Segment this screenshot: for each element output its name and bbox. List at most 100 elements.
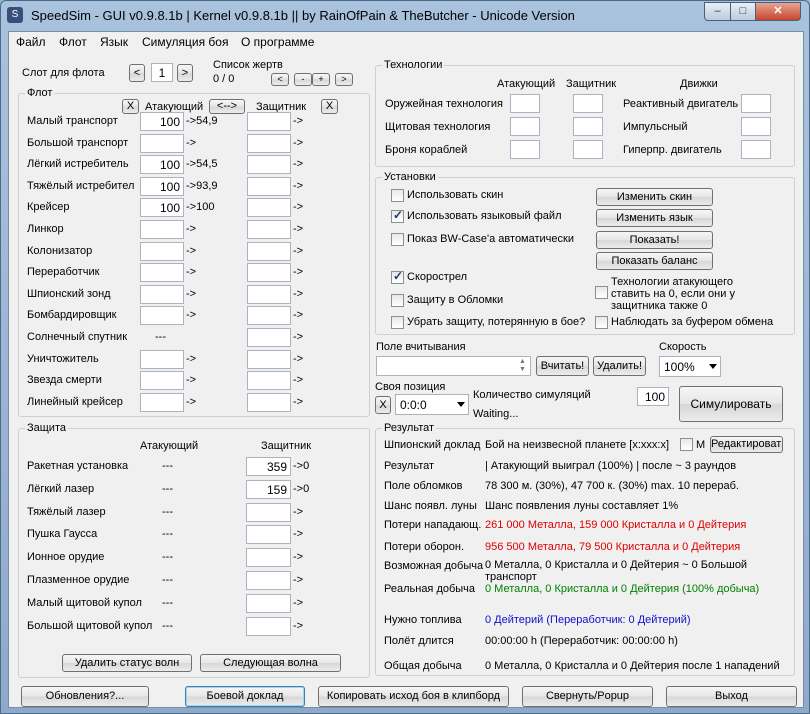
fleet-attacker-input[interactable] <box>140 220 184 239</box>
menu-fleet[interactable]: Флот <box>59 35 87 49</box>
fleet-defender-input[interactable] <box>247 349 291 369</box>
victim-add-button[interactable]: + <box>312 73 330 86</box>
minimize-button[interactable]: ‒ <box>704 2 731 21</box>
tech-attacker-input[interactable] <box>510 94 540 113</box>
engine-input[interactable] <box>741 117 771 136</box>
fleet-attacker-input[interactable]: 100 <box>140 155 184 175</box>
defense-defender-input[interactable] <box>246 525 291 545</box>
fuel-label: Нужно топлива <box>384 614 462 626</box>
fleet-defender-input[interactable] <box>247 306 291 326</box>
fleet-defender-input[interactable] <box>247 133 291 153</box>
simulate-button[interactable]: Симулировать <box>679 386 783 422</box>
readin-field[interactable] <box>376 356 531 376</box>
fleet-defender-loss: -> <box>293 395 304 408</box>
use-skin-checkbox[interactable] <box>391 189 404 202</box>
speed-select[interactable]: 100% <box>659 356 721 377</box>
tech-defender-input[interactable] <box>573 117 603 136</box>
victim-first-button[interactable]: < <box>271 73 289 86</box>
defender-loss-value: 956 500 Металла, 79 500 Кристалла и 0 Де… <box>485 541 741 553</box>
fleet-attacker-input[interactable] <box>140 371 184 391</box>
slot-next-button[interactable]: > <box>177 64 193 82</box>
slot-prev-button[interactable]: < <box>129 64 145 82</box>
title-bar[interactable]: S SpeedSim - GUI v0.9.8.1b | Kernel v0.9… <box>1 1 809 30</box>
clear-attacker-button[interactable]: X <box>122 99 139 114</box>
defense-debris-checkbox[interactable] <box>391 294 404 307</box>
m-checkbox[interactable] <box>680 438 693 451</box>
fleet-defender-input[interactable] <box>247 220 291 239</box>
defense-defender-input[interactable] <box>246 593 291 613</box>
own-position-select[interactable]: 0:0:0 <box>395 394 469 415</box>
tech-attacker-input[interactable] <box>510 140 540 159</box>
rapid-fire-checkbox[interactable] <box>391 269 404 284</box>
fleet-attacker-input[interactable] <box>140 306 184 326</box>
defense-defender-input[interactable]: 359 <box>246 457 291 476</box>
defense-defender-input[interactable] <box>246 571 291 590</box>
victim-next-button[interactable]: > <box>335 73 353 86</box>
show-button[interactable]: Показать! <box>596 231 713 249</box>
clear-defender-button[interactable]: X <box>321 99 338 114</box>
updates-button[interactable]: Обновления?... <box>21 686 149 707</box>
fleet-attacker-input[interactable] <box>140 241 184 261</box>
copy-result-button[interactable]: Копировать исход боя в клипборд <box>318 686 509 707</box>
change-skin-button[interactable]: Изменить скин <box>596 188 713 206</box>
fleet-defender-input[interactable] <box>247 198 291 218</box>
fleet-attacker-input[interactable] <box>140 263 184 283</box>
clear-position-button[interactable]: X <box>375 396 391 414</box>
menu-simulation[interactable]: Симуляция боя <box>142 35 228 49</box>
exit-button[interactable]: Выход <box>666 686 797 707</box>
defense-defender-input[interactable] <box>246 548 291 568</box>
fleet-defender-input[interactable] <box>247 241 291 261</box>
client-area: Файл Флот Язык Симуляция боя О программе… <box>8 31 804 708</box>
fleet-defender-input[interactable] <box>247 176 291 196</box>
fleet-defender-input[interactable] <box>247 263 291 283</box>
delete-wave-status-button[interactable]: Удалить статус волн <box>62 654 192 672</box>
show-balance-button[interactable]: Показать баланс <box>596 252 713 270</box>
delete-readin-button[interactable]: Удалить! <box>593 356 646 376</box>
close-button[interactable]: ✕ <box>755 2 801 21</box>
watch-clipboard-checkbox[interactable] <box>595 316 608 329</box>
victim-remove-button[interactable]: - <box>294 73 312 86</box>
read-in-button[interactable]: Вчитать! <box>536 356 589 376</box>
readin-spin-icon[interactable]: ▲ ▼ <box>519 358 526 374</box>
fleet-defender-input[interactable] <box>247 284 291 304</box>
swap-fleets-button[interactable]: <--> <box>209 99 245 114</box>
fleet-attacker-input[interactable] <box>140 133 184 153</box>
fleet-defender-input[interactable] <box>247 155 291 175</box>
popup-button[interactable]: Свернуть/Popup <box>522 686 653 707</box>
fleet-attacker-input[interactable]: 100 <box>140 176 184 196</box>
settings-group: Установки Использовать скин Использовать… <box>375 171 795 335</box>
menu-file[interactable]: Файл <box>16 35 46 49</box>
slot-input[interactable]: 1 <box>151 63 173 82</box>
sim-count-input[interactable]: 100 <box>637 387 669 406</box>
tech-defender-input[interactable] <box>573 140 603 159</box>
fleet-attacker-input[interactable] <box>140 284 184 304</box>
fleet-attacker-input[interactable] <box>140 392 184 412</box>
tech-attacker-input[interactable] <box>510 117 540 136</box>
fleet-attacker-input[interactable] <box>140 349 184 369</box>
defense-defender-input[interactable] <box>246 502 291 522</box>
tech-defender-input[interactable] <box>573 94 603 113</box>
defense-defender-input[interactable]: 159 <box>246 479 291 499</box>
defense-legend: Защита <box>25 422 68 434</box>
use-language-file-checkbox[interactable] <box>391 208 404 223</box>
fleet-defender-input[interactable] <box>247 392 291 412</box>
menu-language[interactable]: Язык <box>100 35 128 49</box>
maximize-button[interactable]: □ <box>730 2 756 21</box>
att-tech-zero-checkbox[interactable] <box>595 286 608 299</box>
next-wave-button[interactable]: Следующая волна <box>200 654 341 672</box>
menu-about[interactable]: О программе <box>241 35 314 49</box>
combat-report-button[interactable]: Боевой доклад <box>185 686 305 707</box>
show-bw-case-checkbox[interactable] <box>391 233 404 246</box>
defense-defender-input[interactable] <box>246 616 291 636</box>
edit-button[interactable]: Редактировать <box>710 436 783 453</box>
fleet-attacker-input[interactable]: 100 <box>140 112 184 131</box>
fleet-attacker-input[interactable]: 100 <box>140 198 184 218</box>
sim-status: Waiting... <box>473 408 519 420</box>
remove-lost-defense-checkbox[interactable] <box>391 316 404 329</box>
engine-input[interactable] <box>741 140 771 159</box>
fleet-defender-input[interactable] <box>247 328 291 347</box>
change-language-button[interactable]: Изменить язык <box>596 209 713 227</box>
fleet-defender-input[interactable] <box>247 112 291 131</box>
engine-input[interactable] <box>741 94 771 113</box>
fleet-defender-input[interactable] <box>247 371 291 391</box>
